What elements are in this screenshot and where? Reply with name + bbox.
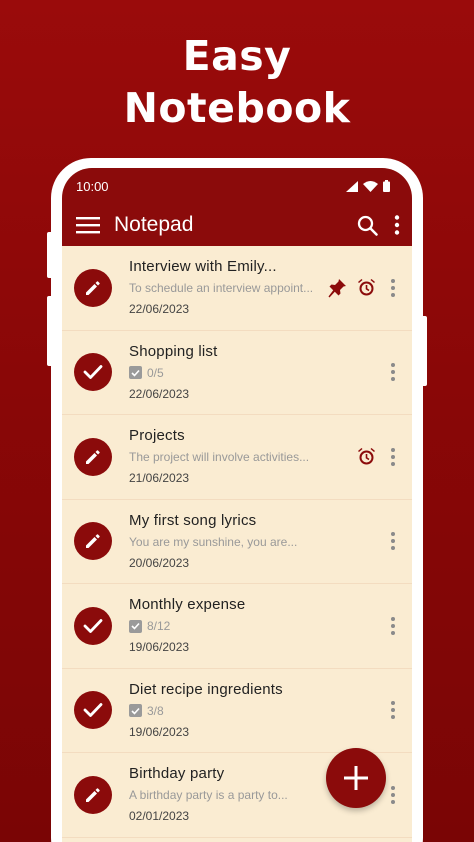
hamburger-menu-icon[interactable] (76, 216, 100, 234)
promo-line-1: Easy (182, 32, 292, 80)
add-note-button[interactable] (326, 748, 386, 808)
phone-side-button (47, 232, 53, 278)
phone-side-button (421, 316, 427, 386)
alarm-icon (358, 448, 375, 465)
alarm-icon (358, 279, 375, 296)
signal-icon (346, 180, 358, 192)
pencil-icon (74, 775, 112, 814)
more-vert-icon[interactable] (386, 532, 400, 551)
checklist-progress: 8/12 (129, 617, 386, 635)
more-vert-icon[interactable] (386, 447, 400, 466)
note-title: Interview with Emily... (129, 258, 277, 276)
note-title: Diet recipe ingredients (129, 680, 283, 698)
status-time: 10:00 (76, 178, 109, 194)
more-vert-icon[interactable] (386, 616, 400, 635)
pencil-icon (74, 437, 112, 476)
checkbox-icon (129, 366, 142, 380)
app-title: Notepad (114, 213, 194, 236)
search-icon[interactable] (357, 215, 378, 236)
battery-icon (383, 180, 390, 192)
note-preview: The project will involve activities... (129, 450, 310, 465)
plus-icon (344, 766, 368, 790)
checklist-count: 0/5 (147, 365, 164, 380)
note-preview: To schedule an interview appoint... (129, 281, 314, 296)
note-title: My first song lyrics (129, 511, 257, 529)
note-item[interactable]: Diet recipe ingredients 3/8 19/06/2023 (62, 669, 412, 753)
status-icons (346, 180, 390, 192)
note-item[interactable]: Shopping list 0/5 22/06/2023 (62, 331, 412, 415)
checklist-progress: 3/8 (129, 702, 386, 720)
app-screen: 10:00 Notepad Interview with Emily... To… (62, 168, 412, 842)
note-date: 22/06/2023 (129, 302, 190, 317)
app-bar: Notepad (62, 204, 412, 246)
note-item[interactable]: Interview with Emily... To schedule an i… (62, 246, 412, 331)
checklist-count: 3/8 (147, 703, 164, 718)
note-title: Projects (129, 427, 185, 445)
pin-icon (328, 278, 346, 298)
note-title: Monthly expense (129, 596, 246, 614)
note-preview: You are my sunshine, you are... (129, 534, 298, 549)
note-date: 02/01/2023 (129, 809, 190, 824)
checklist-count: 8/12 (147, 619, 171, 634)
pencil-icon (74, 268, 112, 307)
note-item[interactable]: My first song lyrics You are my sunshine… (62, 500, 412, 584)
note-date: 19/06/2023 (129, 640, 190, 655)
promo-headline: Easy Notebook (0, 30, 474, 134)
note-date: 20/06/2023 (129, 555, 190, 570)
pencil-icon (74, 522, 112, 561)
promo-line-2: Notebook (123, 84, 351, 132)
more-vert-icon[interactable] (386, 701, 400, 720)
note-title: Shopping list (129, 342, 218, 360)
more-vert-icon[interactable] (386, 363, 400, 382)
checkbox-icon (129, 619, 142, 633)
checkbox-icon (129, 704, 142, 718)
more-vert-icon[interactable] (386, 785, 400, 804)
checkmark-icon (74, 691, 112, 730)
note-date: 19/06/2023 (129, 724, 190, 739)
note-date: 21/06/2023 (129, 471, 190, 486)
checkmark-icon (74, 606, 112, 645)
note-date: 22/06/2023 (129, 386, 190, 401)
status-bar: 10:00 (62, 168, 412, 204)
more-vert-icon[interactable] (394, 215, 400, 235)
note-item[interactable]: Projects The project will involve activi… (62, 415, 412, 500)
more-vert-icon[interactable] (386, 278, 400, 297)
note-item[interactable]: Monthly expense 8/12 19/06/2023 (62, 584, 412, 669)
checkmark-icon (74, 353, 112, 392)
wifi-icon (363, 180, 378, 192)
phone-side-button (47, 296, 53, 366)
checklist-progress: 0/5 (129, 364, 386, 382)
